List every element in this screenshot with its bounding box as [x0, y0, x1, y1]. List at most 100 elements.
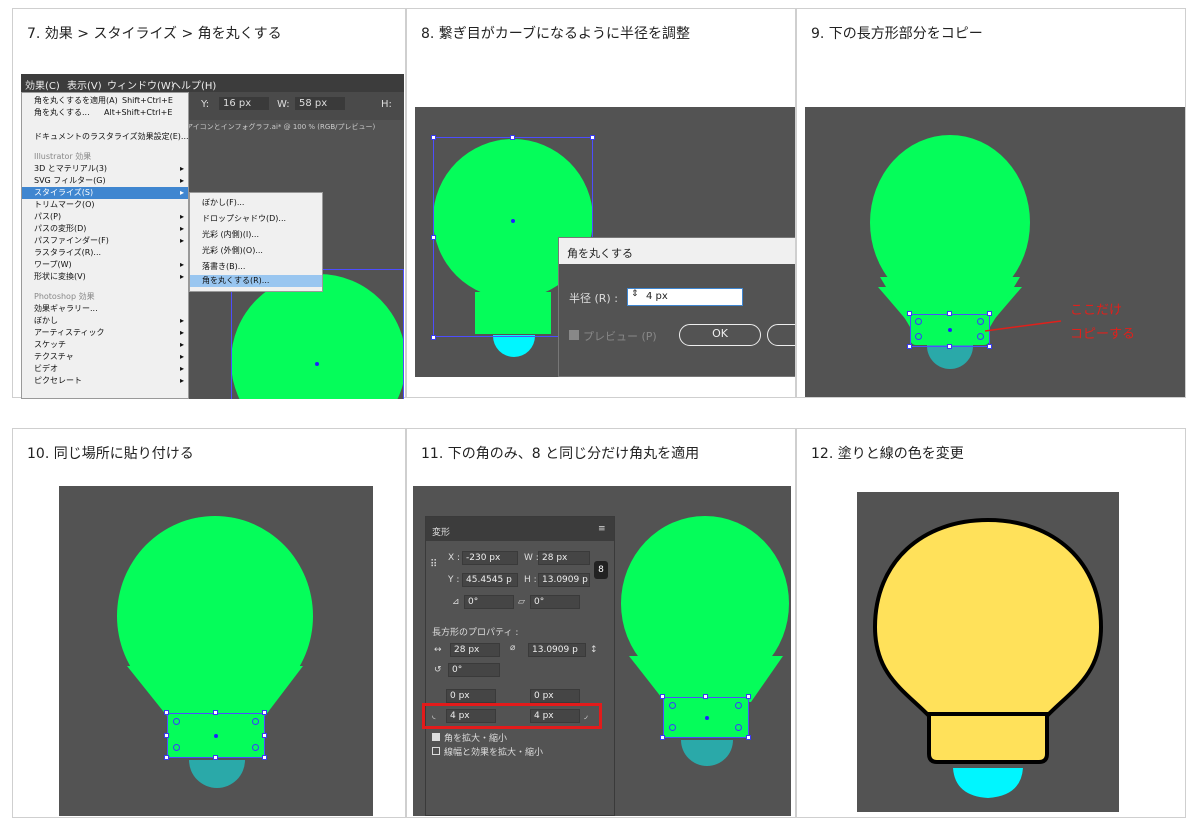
selection-handle[interactable] [431, 335, 436, 340]
corner-widget[interactable] [915, 333, 922, 340]
annotation-text: ここだけ [1070, 303, 1123, 318]
menu-item[interactable]: ピクセレート ▸ [22, 375, 188, 387]
selection-handle[interactable] [703, 694, 708, 699]
corner-widget[interactable] [735, 724, 742, 731]
illustrator-screenshot: 効果(C) 表示(V) ウィンドウ(W) ヘルプ(H) Y: 16 px W: … [21, 74, 404, 399]
h-field[interactable]: 13.0909 p [538, 573, 590, 587]
corner-bl-field[interactable]: 4 px [446, 709, 496, 723]
selection-handle[interactable] [907, 311, 912, 316]
panel-title[interactable]: 変形 [432, 525, 450, 538]
preview-checkbox[interactable] [569, 330, 579, 340]
submenu-item-round-corners[interactable]: 角を丸くする(R)... [190, 275, 322, 287]
shear-field[interactable]: 0° [530, 595, 580, 609]
stepper-icon[interactable]: ⇕ [631, 289, 639, 299]
corner-br-field[interactable]: 4 px [530, 709, 580, 723]
selection-handle[interactable] [987, 344, 992, 349]
selection-handle[interactable] [213, 755, 218, 760]
menu-item[interactable]: SVG フィルター(G) ▸ [22, 175, 188, 187]
selection-handle[interactable] [590, 135, 595, 140]
menu-window[interactable]: ウィンドウ(W) [107, 77, 175, 92]
menu-item[interactable]: ラスタライズ(R)... [22, 247, 188, 259]
menu-item[interactable]: パス(P) ▸ [22, 211, 188, 223]
corner-widget[interactable] [915, 318, 922, 325]
illustrator-screenshot [857, 492, 1119, 812]
submenu-item[interactable]: ぼかし(F)... [190, 197, 322, 209]
selection-handle[interactable] [746, 694, 751, 699]
selection-handle[interactable] [660, 735, 665, 740]
menu-item[interactable]: 角を丸くする... Alt+Shift+Ctrl+E [22, 107, 188, 119]
menu-help[interactable]: ヘルプ(H) [171, 77, 216, 92]
selection-handle[interactable] [213, 710, 218, 715]
corner-widget[interactable] [252, 744, 259, 751]
document-tab[interactable]: アイコンとインフォグラフ.ai* @ 100 % (RGB/プレビュー) [186, 122, 375, 132]
constrain-link-icon[interactable]: 8 [594, 561, 608, 579]
step-title: 11. 下の角のみ、8 と同じ分だけ角丸を適用 [421, 446, 700, 462]
menu-item[interactable]: パスファインダー(F) ▸ [22, 235, 188, 247]
rect-height-field[interactable]: 13.0909 p [528, 643, 586, 657]
menu-item[interactable]: スケッチ ▸ [22, 339, 188, 351]
selection-handle[interactable] [746, 735, 751, 740]
rect-width-field[interactable]: 28 px [450, 643, 500, 657]
corner-widget[interactable] [173, 718, 180, 725]
scale-strokes-checkbox[interactable] [432, 747, 440, 755]
selection-handle[interactable] [660, 694, 665, 699]
selection-handle[interactable] [510, 135, 515, 140]
corner-widget[interactable] [735, 702, 742, 709]
submenu-item[interactable]: 光彩 (外側)(O)... [190, 245, 322, 257]
menu-item[interactable]: ぼかし ▸ [22, 315, 188, 327]
radius-input[interactable]: 4 px [627, 288, 743, 306]
center-point [948, 328, 952, 332]
menu-item[interactable]: パスの変形(D) ▸ [22, 223, 188, 235]
corner-tl-field[interactable]: 0 px [446, 689, 496, 703]
y-field[interactable]: 45.4545 p [462, 573, 518, 587]
rect-rotation-field[interactable]: 0° [448, 663, 500, 677]
menu-item[interactable]: トリムマーク(O) [22, 199, 188, 211]
y-field[interactable]: 16 px [219, 97, 269, 110]
link-icon[interactable]: ⌀ [510, 643, 515, 653]
selection-handle[interactable] [431, 135, 436, 140]
selection-handle[interactable] [262, 733, 267, 738]
cancel-button[interactable] [767, 324, 795, 346]
w-field[interactable]: 58 px [295, 97, 345, 110]
w-field[interactable]: 28 px [538, 551, 590, 565]
scale-corners-label: 角を拡大・縮小 [444, 734, 508, 744]
selection-handle[interactable] [947, 311, 952, 316]
selection-handle[interactable] [987, 311, 992, 316]
menu-item[interactable]: 角を丸くするを適用(A) Shift+Ctrl+E [22, 95, 188, 107]
submenu-item[interactable]: ドロップシャドウ(D)... [190, 213, 322, 225]
menu-effect[interactable]: 効果(C) [25, 77, 60, 92]
angle-field[interactable]: 0° [464, 595, 514, 609]
corner-tr-field[interactable]: 0 px [530, 689, 580, 703]
menu-item[interactable]: 効果ギャラリー... [22, 303, 188, 315]
selection-handle[interactable] [164, 710, 169, 715]
selection-handle[interactable] [164, 755, 169, 760]
menu-item[interactable]: 形状に変換(V) ▸ [22, 271, 188, 283]
corner-widget[interactable] [669, 702, 676, 709]
ok-button[interactable]: OK [679, 324, 761, 346]
menu-item-stylize[interactable]: スタイライズ(S) ▸ [22, 187, 188, 199]
selection-handle[interactable] [947, 344, 952, 349]
menu-item[interactable]: 3D とマテリアル(3) ▸ [22, 163, 188, 175]
menu-item[interactable]: テクスチャ ▸ [22, 351, 188, 363]
menu-item[interactable]: ビデオ ▸ [22, 363, 188, 375]
corner-widget[interactable] [252, 718, 259, 725]
menu-item[interactable]: アーティスティック ▸ [22, 327, 188, 339]
menu-item[interactable]: ドキュメントのラスタライズ効果設定(E)... [22, 131, 189, 143]
selection-handle[interactable] [164, 733, 169, 738]
x-field[interactable]: -230 px [462, 551, 518, 565]
selection-handle[interactable] [262, 710, 267, 715]
selection-handle[interactable] [907, 344, 912, 349]
center-point [511, 219, 515, 223]
selection-handle[interactable] [431, 235, 436, 240]
submenu-item[interactable]: 光彩 (内側)(I)... [190, 229, 322, 241]
scale-corners-checkbox[interactable] [432, 733, 440, 741]
corner-widget[interactable] [669, 724, 676, 731]
menu-view[interactable]: 表示(V) [67, 77, 102, 92]
menu-icon[interactable]: ≡ [598, 524, 606, 534]
corner-widget[interactable] [173, 744, 180, 751]
menu-item[interactable]: ワープ(W) ▸ [22, 259, 188, 271]
reference-point-icon[interactable]: ⠿ [430, 559, 437, 570]
selection-handle[interactable] [262, 755, 267, 760]
scale-strokes-label: 線幅と効果を拡大・縮小 [444, 748, 544, 758]
submenu-item[interactable]: 落書き(B)... [190, 261, 322, 273]
